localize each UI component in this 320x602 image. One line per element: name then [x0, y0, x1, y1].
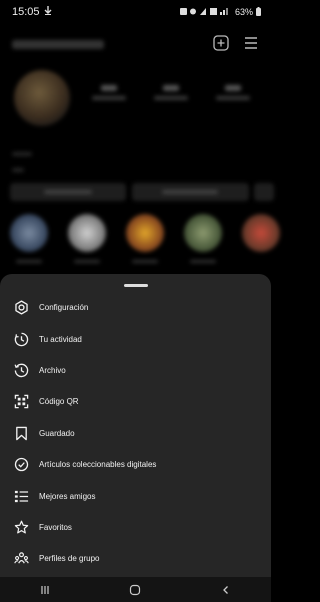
- highlight-label-redacted: [74, 260, 100, 263]
- drag-handle[interactable]: [124, 284, 148, 287]
- back-icon[interactable]: [206, 577, 246, 602]
- battery-icon: [256, 6, 261, 18]
- posts-count-redacted: [88, 85, 130, 100]
- status-time: 15:05: [12, 6, 40, 18]
- gear-icon: [13, 300, 29, 316]
- status-bar: 15:05 63%: [0, 0, 271, 24]
- menu-item-label: Configuración: [39, 303, 89, 313]
- menu-item-tu-actividad[interactable]: Tu actividad: [0, 323, 271, 354]
- menu-item-label: Tu actividad: [39, 334, 82, 344]
- menu-item-articulos-coleccionables[interactable]: Artículos coleccionables digitales: [0, 449, 271, 480]
- menu-item-label: Código QR: [39, 397, 79, 407]
- menu-list: Configuración Tu actividad Archivo Códig…: [0, 292, 271, 575]
- menu-item-label: Guardado: [39, 428, 75, 438]
- story-highlight[interactable]: [68, 214, 106, 252]
- profile-menu-sheet: Configuración Tu actividad Archivo Códig…: [0, 274, 271, 577]
- menu-item-label: Archivo: [39, 365, 66, 375]
- menu-item-favoritos[interactable]: Favoritos: [0, 512, 271, 543]
- followers-count-redacted: [150, 85, 192, 100]
- menu-item-mejores-amigos[interactable]: Mejores amigos: [0, 480, 271, 511]
- archive-icon: [13, 362, 29, 378]
- menu-item-archivo[interactable]: Archivo: [0, 355, 271, 386]
- battery-percent: 63%: [234, 7, 253, 17]
- activity-icon: [13, 331, 29, 347]
- share-profile-button[interactable]: [132, 183, 249, 201]
- username-redacted: [12, 40, 104, 49]
- home-icon[interactable]: [115, 577, 155, 602]
- recent-apps-icon[interactable]: [25, 577, 65, 602]
- story-highlight[interactable]: [184, 214, 222, 252]
- discover-people-button[interactable]: [254, 183, 274, 201]
- bookmark-icon: [13, 425, 29, 441]
- highlight-label-redacted: [190, 260, 216, 263]
- following-count-redacted: [212, 85, 254, 100]
- bio-redacted-2: [12, 168, 24, 172]
- menu-item-guardado[interactable]: Guardado: [0, 418, 271, 449]
- bio-redacted: [12, 152, 32, 156]
- qr-code-icon: [13, 394, 29, 410]
- edit-profile-button[interactable]: [10, 183, 126, 201]
- highlight-label-redacted: [16, 260, 42, 263]
- system-navigation-bar: [0, 577, 271, 602]
- header-actions: [213, 35, 259, 51]
- menu-item-codigo-qr[interactable]: Código QR: [0, 386, 271, 417]
- story-highlight[interactable]: [10, 214, 48, 252]
- status-icons: [179, 7, 232, 18]
- menu-item-perfiles-de-grupo[interactable]: Perfiles de grupo: [0, 543, 271, 574]
- menu-item-label: Favoritos: [39, 522, 72, 532]
- notification-icon: [44, 6, 52, 18]
- menu-icon[interactable]: [243, 35, 259, 51]
- highlight-label-redacted: [132, 260, 158, 263]
- menu-item-label: Artículos coleccionables digitales: [39, 460, 157, 470]
- menu-item-label: Perfiles de grupo: [39, 554, 100, 564]
- verified-check-icon: [13, 457, 29, 473]
- menu-item-label: Mejores amigos: [39, 491, 96, 501]
- avatar[interactable]: [14, 70, 70, 126]
- menu-item-configuracion[interactable]: Configuración: [0, 292, 271, 323]
- star-icon: [13, 519, 29, 535]
- close-friends-list-icon: [13, 488, 29, 504]
- group-profiles-icon: [13, 551, 29, 567]
- story-highlight[interactable]: [242, 214, 280, 252]
- create-icon[interactable]: [213, 35, 229, 51]
- story-highlight[interactable]: [126, 214, 164, 252]
